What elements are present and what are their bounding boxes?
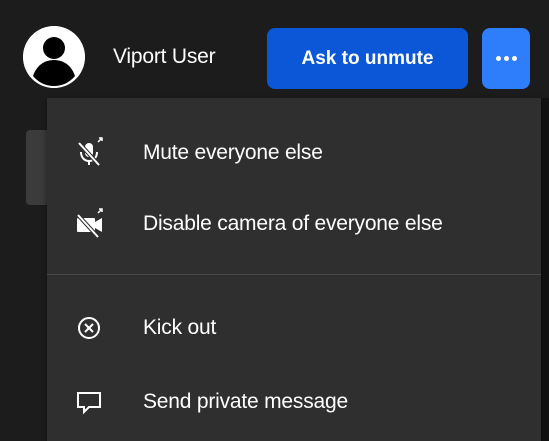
menu-item-send-private-message[interactable]: Send private message (47, 370, 541, 434)
menu-item-label: Kick out (143, 316, 217, 339)
participant-header: Viport User Ask to unmute (0, 0, 549, 98)
circle-x-icon (78, 317, 100, 339)
mic-off-icon (77, 137, 103, 167)
menu-item-kick-out[interactable]: Kick out (47, 296, 541, 360)
menu-item-label: Disable camera of everyone else (143, 212, 443, 235)
menu-item-disable-camera[interactable]: Disable camera of everyone else (47, 192, 541, 256)
more-horizontal-icon (482, 28, 530, 89)
ask-to-unmute-button[interactable]: Ask to unmute (267, 28, 468, 89)
participant-options-menu: Mute everyone else Disable camera of eve… (47, 98, 541, 441)
call-screen: Viport User Ask to unmute Mute everyone … (0, 0, 549, 441)
menu-item-label: Mute everyone else (143, 141, 323, 164)
menu-divider (47, 274, 541, 275)
user-silhouette-icon (23, 26, 85, 88)
menu-item-label: Send private message (143, 390, 348, 413)
background-panel (541, 98, 549, 441)
menu-item-mute-everyone-else[interactable]: Mute everyone else (47, 121, 541, 185)
chat-bubble-icon (77, 392, 101, 415)
camera-off-icon (76, 208, 103, 239)
more-options-button[interactable] (482, 28, 530, 89)
participant-name: Viport User (113, 45, 216, 68)
avatar (23, 26, 85, 88)
